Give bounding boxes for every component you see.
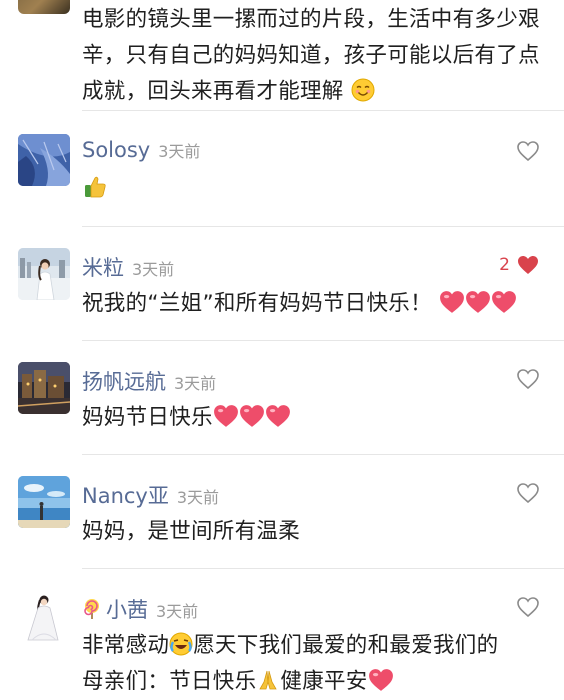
avatar[interactable] (18, 362, 70, 414)
comment-text-content: 母亲们：节日快乐 (82, 669, 257, 694)
avatar[interactable] (18, 590, 70, 642)
comment-text: 电影的镜头里一摞而过的片段，生活中有多少艰辛，只有自己的妈妈知道，孩子可能以后有… (82, 2, 542, 110)
comment-time: 3天前 (132, 260, 175, 279)
heart-emoji (239, 405, 264, 427)
heart-emoji (492, 291, 516, 313)
heart-emoji (466, 291, 490, 313)
comment-text: 非常感动 愿天下我们最爱的和最爱我们的 母亲们：节日快乐 健康平安 (82, 628, 542, 700)
comment-item: Solosy 3天前 (0, 112, 564, 226)
comment-author[interactable]: 扬帆远航 (82, 366, 166, 396)
comment-time: 3天前 (174, 374, 217, 393)
avatar[interactable] (18, 0, 70, 14)
heart-outline-icon (517, 483, 539, 504)
comment-text-content: 健康平安 (280, 669, 368, 694)
comment-text-content: 愿天下我们最爱的和最爱我们的 (193, 633, 499, 658)
comment-text-content: 祝我的“兰姐”和所有妈妈节日快乐！ (82, 291, 432, 316)
comment-time: 3天前 (158, 142, 201, 161)
heart-filled-icon (518, 256, 538, 274)
comment-text (82, 172, 542, 208)
comment-text-content: 妈妈节日快乐 (82, 405, 213, 430)
heart-outline-icon (517, 597, 539, 618)
comment-text: 妈妈节日快乐 (82, 400, 542, 436)
heart-outline-icon (517, 369, 539, 390)
avatar[interactable] (18, 476, 70, 528)
avatar[interactable] (18, 134, 70, 186)
heart-emoji (213, 405, 238, 427)
lollipop-emoji (84, 599, 99, 619)
comment-item: 扬帆远航 3天前 妈妈节日快乐 (0, 340, 564, 454)
comment-author[interactable]: 米粒 (82, 252, 124, 282)
smile-emoji (351, 78, 375, 102)
divider (82, 110, 564, 111)
pray-emoji (259, 670, 278, 690)
comment-item: 小茜 3天前 非常感动 愿天下我们最爱的和最爱我们的 母亲们：节日快乐 健康平安 (0, 568, 564, 698)
heart-outline-icon (517, 141, 539, 162)
comment-text-line: 非常感动 愿天下我们最爱的和最爱我们的 (82, 628, 542, 664)
comment-text: 祝我的“兰姐”和所有妈妈节日快乐！ (82, 286, 542, 322)
comment-text-content: 电影的镜头里一摞而过的片段，生活中有多少艰辛，只有自己的妈妈知道，孩子可能以后有… (82, 7, 540, 104)
heart-emoji (265, 405, 290, 427)
like-count: 2 (499, 255, 510, 275)
comment-text-content: 非常感动 (82, 633, 170, 658)
like-button[interactable] (516, 140, 540, 162)
comment-author[interactable]: 小茜 (106, 594, 148, 624)
comment-author[interactable]: Solosy (82, 138, 150, 162)
comment-item: Nancy亚 3天前 妈妈，是世间所有温柔 (0, 454, 564, 568)
comment-time: 3天前 (176, 488, 220, 507)
heart-emoji (368, 669, 393, 691)
crying-laugh-emoji (169, 632, 193, 656)
comment-text-line: 母亲们：节日快乐 健康平安 (82, 664, 542, 700)
avatar[interactable] (18, 248, 70, 300)
comment-text-content: 妈妈，是世间所有温柔 (82, 519, 301, 544)
comment-text: 妈妈，是世间所有温柔 (82, 514, 542, 550)
like-button[interactable] (516, 482, 540, 504)
thumbs-up-emoji (85, 176, 106, 198)
comment-author[interactable]: Nancy亚 (82, 480, 169, 510)
comment-item: 米粒 3天前 祝我的“兰姐”和所有妈妈节日快乐！ 2 (0, 226, 564, 340)
heart-emoji (440, 291, 464, 313)
like-button[interactable] (516, 368, 540, 390)
like-button[interactable]: 2 (499, 254, 540, 276)
comment-time: 3天前 (156, 602, 199, 621)
like-button[interactable] (516, 596, 540, 618)
